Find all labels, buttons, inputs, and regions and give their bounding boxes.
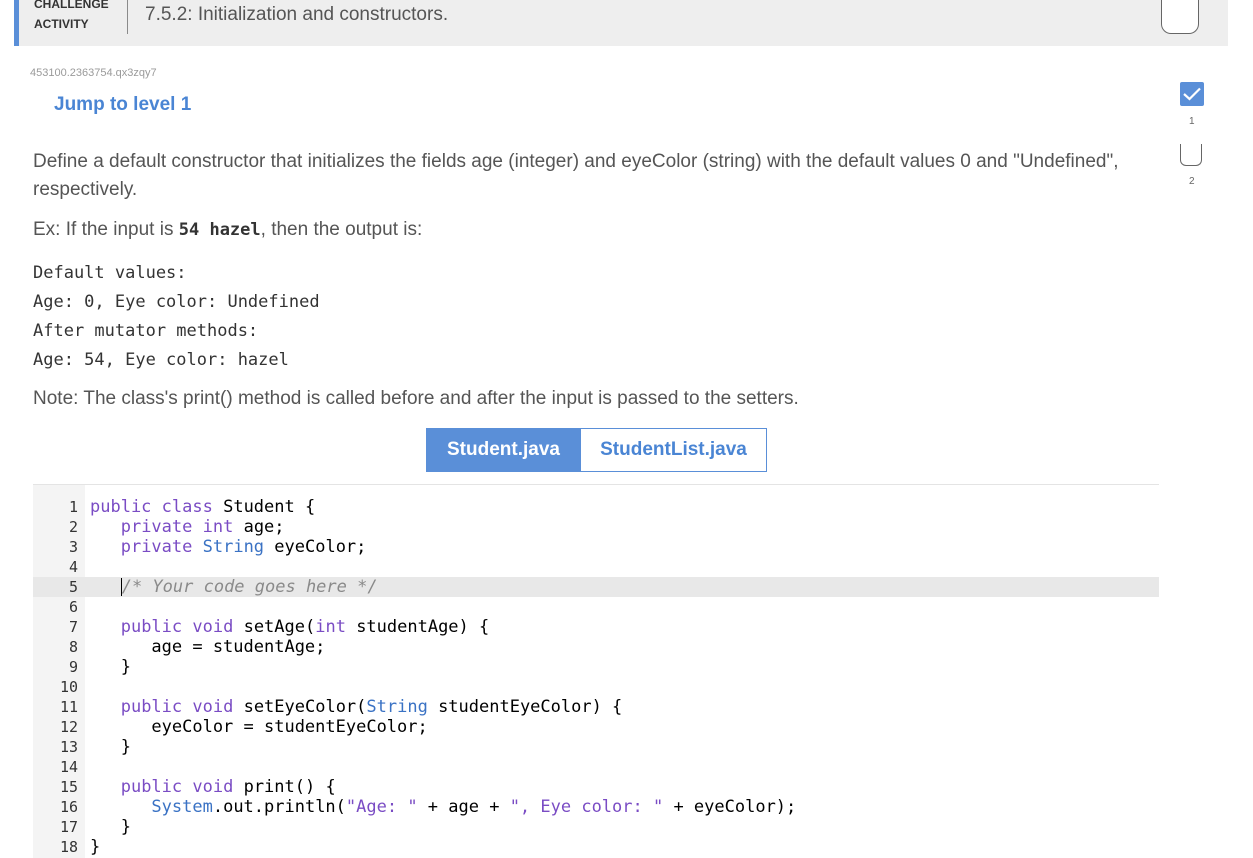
output-line: Age: 54, Eye color: hazel bbox=[33, 350, 289, 370]
line-number: 6 bbox=[68, 598, 78, 616]
line-number: 18 bbox=[59, 838, 78, 856]
tab-studentlist-java[interactable]: StudentList.java bbox=[580, 428, 767, 472]
challenge-id: 453100.2363754.qx3zqy7 bbox=[30, 67, 157, 79]
completion-chevron-icon bbox=[1161, 0, 1199, 34]
code-line[interactable]: 14 bbox=[33, 757, 1159, 777]
line-number: 11 bbox=[59, 698, 78, 716]
example-suffix: , then the output is: bbox=[260, 219, 423, 240]
code-text[interactable]: } bbox=[90, 737, 131, 757]
code-line[interactable]: 10 bbox=[33, 677, 1159, 697]
line-number: 14 bbox=[59, 758, 78, 776]
instructions-text: Define a default constructor that initia… bbox=[33, 151, 1119, 200]
code-line[interactable]: 13 } bbox=[33, 737, 1159, 757]
example-prefix: Ex: If the input is bbox=[33, 219, 179, 240]
example-input: 54 hazel bbox=[178, 220, 261, 240]
code-text[interactable]: /* Your code goes here */ bbox=[90, 577, 378, 597]
line-number: 9 bbox=[68, 658, 78, 676]
code-text[interactable]: public void setAge(int studentAge) { bbox=[90, 617, 490, 637]
line-number: 4 bbox=[68, 558, 78, 576]
code-editor[interactable]: 1 public class Student {2 private int age… bbox=[33, 484, 1159, 858]
line-number: 15 bbox=[59, 778, 78, 796]
code-line[interactable]: 16 System.out.println("Age: " + age + ",… bbox=[33, 797, 1159, 817]
code-line[interactable]: 17 } bbox=[33, 817, 1159, 837]
code-line[interactable]: 1 public class Student { bbox=[33, 497, 1159, 517]
line-number: 16 bbox=[59, 798, 78, 816]
code-line[interactable]: 7 public void setAge(int studentAge) { bbox=[33, 617, 1159, 637]
activity-type-line2: ACTIVITY bbox=[34, 17, 89, 31]
line-number: 10 bbox=[59, 678, 78, 696]
code-line[interactable]: 12 eyeColor = studentEyeColor; bbox=[33, 717, 1159, 737]
code-text[interactable]: } bbox=[90, 657, 131, 677]
tab-student-java[interactable]: Student.java bbox=[426, 428, 581, 472]
activity-title: 7.5.2: Initialization and constructors. bbox=[145, 4, 449, 25]
line-number: 3 bbox=[68, 538, 78, 556]
code-text[interactable]: private int age; bbox=[90, 517, 285, 537]
line-number: 7 bbox=[68, 618, 78, 636]
code-line[interactable]: 2 private int age; bbox=[33, 517, 1159, 537]
line-number: 13 bbox=[59, 738, 78, 756]
code-line[interactable]: 15 public void print() { bbox=[33, 777, 1159, 797]
code-text[interactable]: } bbox=[90, 837, 100, 857]
line-number: 1 bbox=[68, 498, 78, 516]
code-line[interactable]: 4 bbox=[33, 557, 1159, 577]
line-number: 5 bbox=[68, 578, 78, 596]
level-2-number: 2 bbox=[1189, 176, 1195, 187]
activity-type-label: CHALLENGE ACTIVITY bbox=[34, 0, 109, 34]
line-number: 8 bbox=[68, 638, 78, 656]
code-text[interactable]: public void print() { bbox=[90, 777, 336, 797]
code-line[interactable]: 18} bbox=[33, 837, 1159, 857]
code-line[interactable]: 9 } bbox=[33, 657, 1159, 677]
code-text[interactable]: } bbox=[90, 817, 131, 837]
code-line[interactable]: 5 /* Your code goes here */ bbox=[33, 577, 1159, 597]
header-divider bbox=[127, 0, 128, 34]
code-text[interactable]: public class Student { bbox=[90, 497, 315, 517]
output-line: Age: 0, Eye color: Undefined bbox=[33, 292, 320, 312]
note-text: Note: The class's print() method is call… bbox=[33, 388, 799, 409]
activity-header: CHALLENGE ACTIVITY 7.5.2: Initialization… bbox=[14, 0, 1228, 46]
level-2-box-icon[interactable] bbox=[1180, 144, 1202, 166]
code-text[interactable]: private String eyeColor; bbox=[90, 537, 367, 557]
line-number: 12 bbox=[59, 718, 78, 736]
jump-to-level-link[interactable]: Jump to level 1 bbox=[54, 94, 191, 116]
code-line[interactable]: 11 public void setEyeColor(String studen… bbox=[33, 697, 1159, 717]
example-text: Ex: If the input is 54 hazel, then the o… bbox=[33, 216, 1168, 244]
code-line[interactable]: 6 bbox=[33, 597, 1159, 617]
code-line[interactable]: 8 age = studentAge; bbox=[33, 637, 1159, 657]
code-text[interactable]: System.out.println("Age: " + age + ", Ey… bbox=[90, 797, 796, 817]
level-1-number: 1 bbox=[1189, 116, 1195, 127]
code-text[interactable]: eyeColor = studentEyeColor; bbox=[90, 717, 427, 737]
line-number: 17 bbox=[59, 818, 78, 836]
output-line: Default values: bbox=[33, 263, 187, 283]
line-number: 2 bbox=[68, 518, 78, 536]
output-line: After mutator methods: bbox=[33, 321, 259, 341]
code-line[interactable]: 3 private String eyeColor; bbox=[33, 537, 1159, 557]
activity-type-line1: CHALLENGE bbox=[34, 0, 109, 11]
code-text[interactable]: public void setEyeColor(String studentEy… bbox=[90, 697, 623, 717]
level-1-check-icon[interactable] bbox=[1180, 82, 1204, 106]
code-text[interactable]: age = studentAge; bbox=[90, 637, 325, 657]
